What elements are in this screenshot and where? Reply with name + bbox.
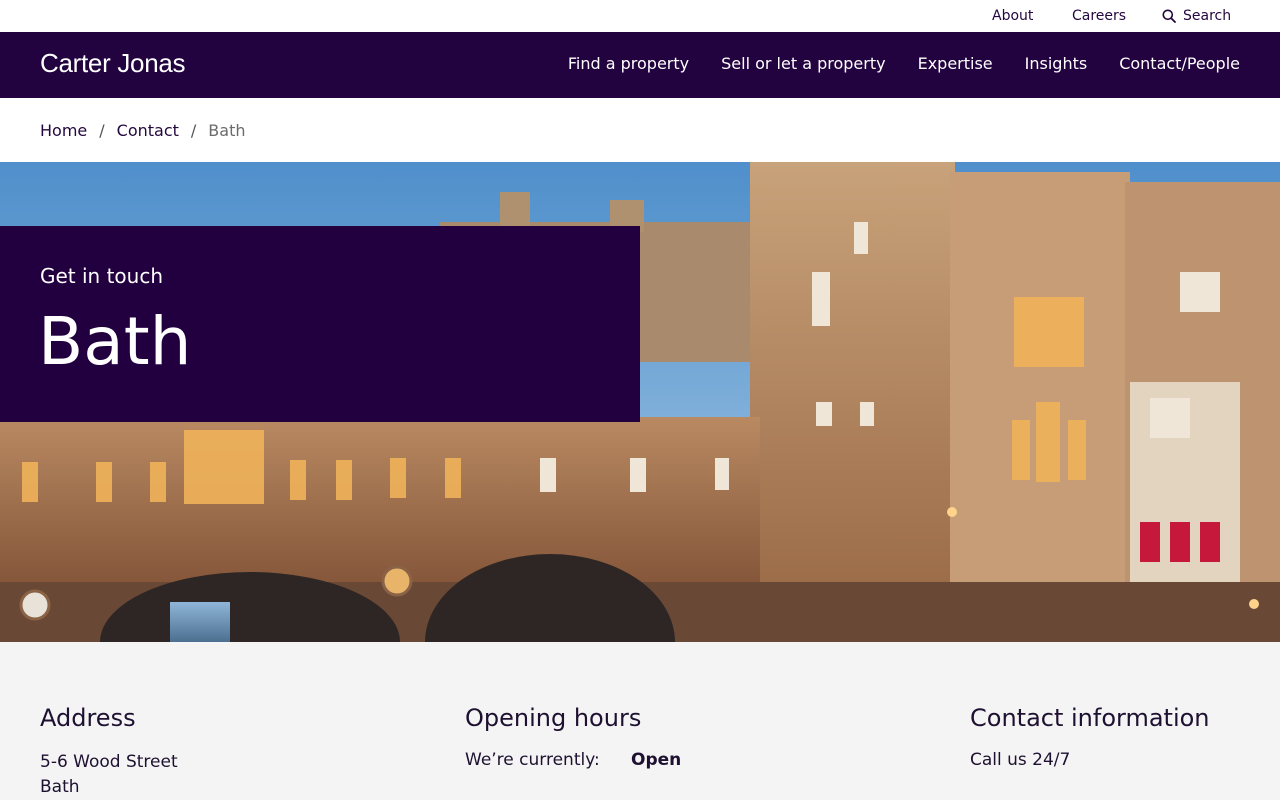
search-icon — [1162, 9, 1176, 23]
office-info-section: Address 5-6 Wood Street Bath Opening hou… — [0, 642, 1280, 800]
opening-hours-column: Opening hours We’re currently: Open — [465, 704, 681, 770]
address-heading: Address — [40, 704, 136, 732]
breadcrumb: Home / Contact / Bath — [0, 98, 1280, 162]
hero-banner: Get in touch Bath — [0, 162, 1280, 642]
utility-link-careers[interactable]: Careers — [1072, 8, 1126, 24]
breadcrumb-separator: / — [99, 120, 105, 140]
breadcrumb-current: Bath — [208, 120, 246, 140]
call-us-text: Call us 24/7 — [970, 750, 1071, 770]
address-line: Bath — [40, 777, 80, 797]
hero-kicker: Get in touch — [40, 264, 164, 288]
carter-jonas-logo[interactable]: Carter Jonas — [40, 48, 186, 79]
contact-information-column: Contact information Call us 24/7 — [970, 704, 1210, 770]
opening-status-value: Open — [631, 750, 682, 770]
contact-information-heading: Contact information — [970, 704, 1210, 732]
utility-link-about[interactable]: About — [992, 8, 1033, 24]
nav-item-sell-or-let[interactable]: Sell or let a property — [721, 54, 885, 73]
address-line: 5-6 Wood Street — [40, 752, 178, 772]
opening-status-label: We’re currently: — [465, 750, 600, 770]
nav-item-find-a-property[interactable]: Find a property — [568, 54, 689, 73]
nav-item-expertise[interactable]: Expertise — [918, 54, 993, 73]
breadcrumb-home[interactable]: Home — [40, 121, 87, 140]
nav-item-contact-people[interactable]: Contact/People — [1119, 54, 1240, 73]
opening-status-row: We’re currently: Open — [465, 750, 681, 770]
page-title: Bath — [38, 303, 192, 380]
main-nav-links: Find a property Sell or let a property E… — [568, 54, 1240, 73]
nav-item-insights[interactable]: Insights — [1025, 54, 1088, 73]
address-column: Address 5-6 Wood Street Bath — [40, 704, 178, 800]
hero-title-panel: Get in touch Bath — [0, 226, 640, 422]
search-label: Search — [1183, 8, 1232, 24]
main-navigation: Carter Jonas Find a property Sell or let… — [0, 32, 1280, 98]
utility-bar: About Careers Search — [0, 0, 1280, 32]
breadcrumb-contact[interactable]: Contact — [117, 121, 179, 140]
breadcrumb-separator: / — [190, 120, 197, 140]
search-button[interactable]: Search — [1162, 8, 1231, 24]
opening-hours-heading: Opening hours — [465, 704, 642, 732]
